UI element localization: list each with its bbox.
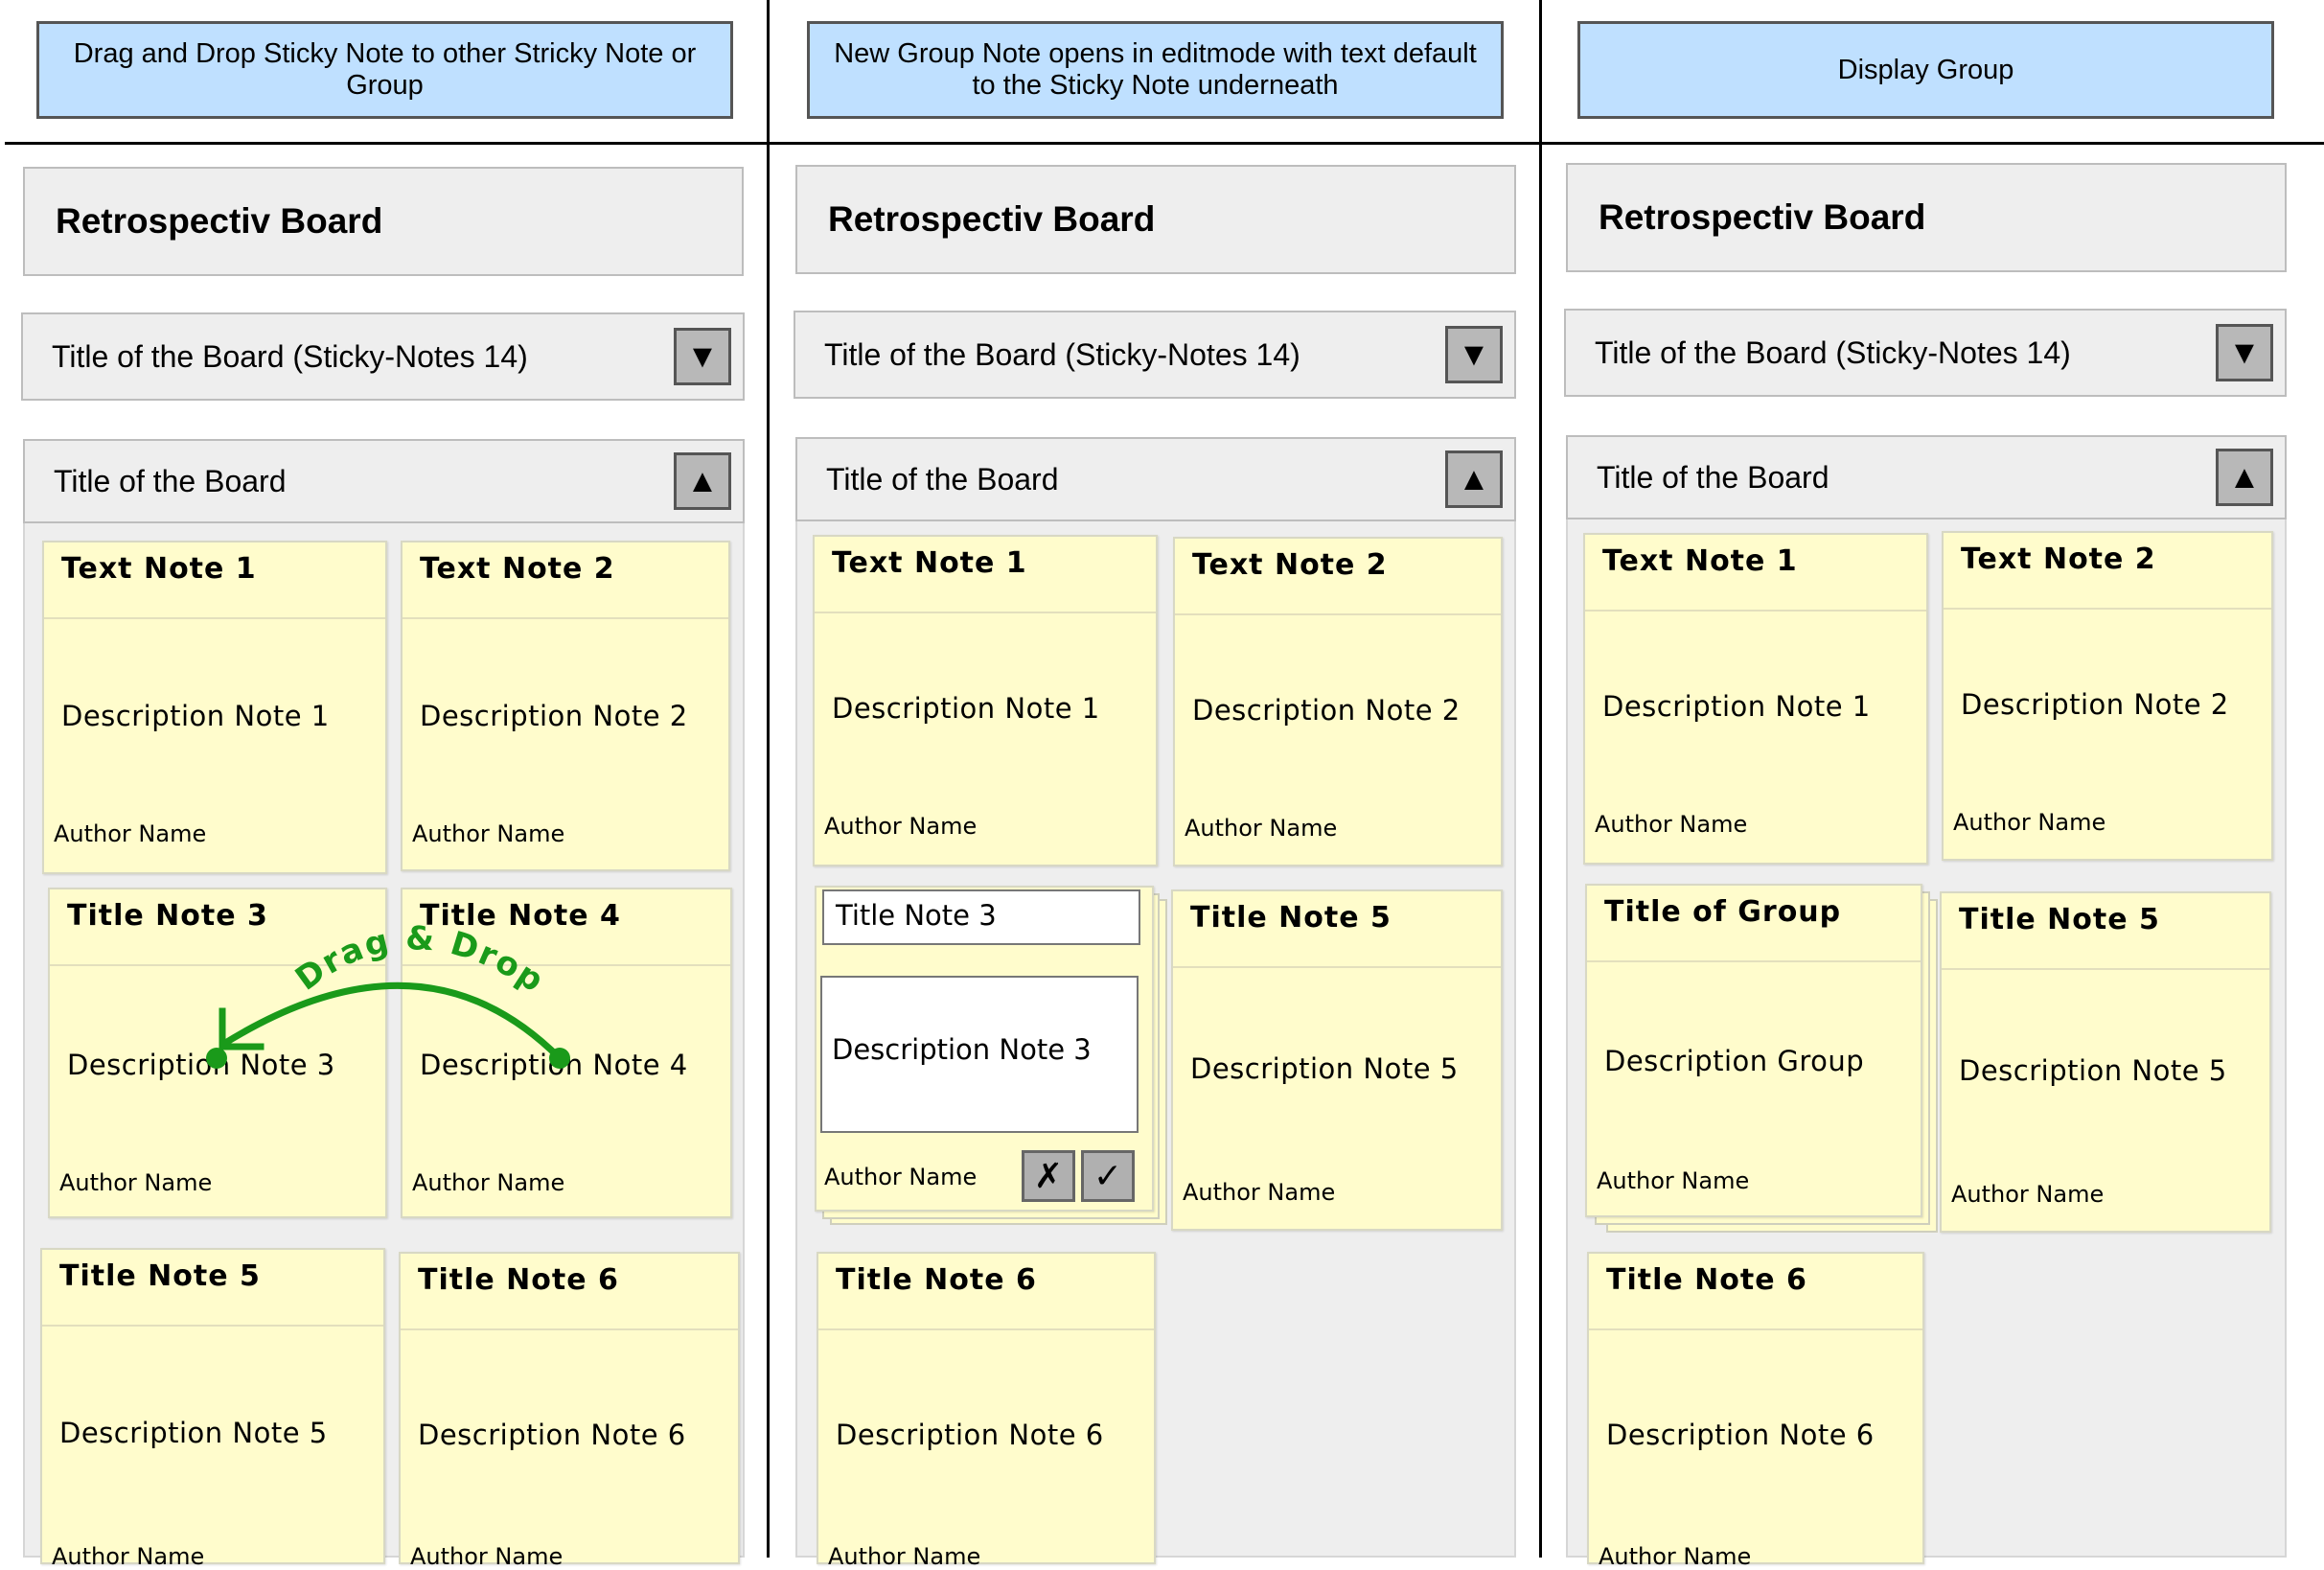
group-description: Description Group: [1604, 1045, 1865, 1077]
board-title: Title of the Board (Sticky-Notes 14): [1595, 335, 2071, 370]
note-author: Author Name: [1183, 1179, 1336, 1206]
note-title: Title Note 5: [1173, 891, 1501, 968]
confirm-button[interactable]: ✓: [1081, 1150, 1135, 1202]
collapse-button[interactable]: ▲: [1445, 450, 1503, 508]
note-description: Description Note 1: [832, 692, 1100, 725]
drag-drop-arrow: Drag & Drop: [206, 919, 570, 1069]
board-header-collapsed[interactable]: Title of the Board (Sticky-Notes 14) ▼: [794, 311, 1516, 399]
sticky-note[interactable]: Title Note 6 Description Note 6 Author N…: [817, 1252, 1156, 1570]
triangle-up-icon: ▲: [1458, 460, 1490, 497]
note-title: Text Note 2: [1175, 539, 1501, 615]
note-author: Author Name: [1597, 1167, 1750, 1194]
group-note[interactable]: Title of Group Description Group Author …: [1585, 884, 1922, 1217]
note-description: Description Note 2: [1192, 694, 1461, 727]
triangle-down-icon: ▼: [1458, 335, 1490, 373]
note-author: Author Name: [828, 1543, 981, 1570]
triangle-down-icon: ▼: [2228, 334, 2261, 371]
note-title: Text Note 2: [1944, 533, 2271, 610]
board-title: Title of the Board: [826, 461, 1059, 496]
group-description-input[interactable]: Description Note 3: [820, 976, 1139, 1133]
drag-start-dot: [549, 1048, 570, 1069]
column-divider: [1539, 0, 1542, 1558]
sticky-note[interactable]: Title Note 6 Description Note 6 Author N…: [1587, 1252, 1924, 1570]
expand-button[interactable]: ▼: [2216, 324, 2273, 381]
note-description: Description Note 5: [1190, 1052, 1459, 1085]
cancel-button[interactable]: ✗: [1022, 1150, 1075, 1202]
board-title: Title of the Board (Sticky-Notes 14): [824, 336, 1300, 372]
column-divider: [767, 0, 770, 1558]
note-author: Author Name: [824, 1164, 978, 1190]
board-header-collapsed[interactable]: Title of the Board (Sticky-Notes 14) ▼: [1564, 309, 2287, 397]
checkmark-icon: ✓: [1093, 1156, 1123, 1196]
group-note-editing[interactable]: Title Note 3 Description Note 3 Author N…: [815, 886, 1154, 1212]
note-description: Description Note 5: [1959, 1054, 2227, 1087]
note-title: Text Note 1: [1585, 535, 1926, 612]
board-header-expanded[interactable]: Title of the Board ▲: [1566, 435, 2287, 519]
note-description: Description Note 6: [1606, 1419, 1875, 1451]
sticky-note[interactable]: Title Note 5 Description Note 5 Author N…: [1171, 889, 1503, 1231]
board-title: Title of the Board: [1597, 459, 1829, 495]
group-title: Title of Group: [1587, 886, 1921, 962]
cross-icon: ✗: [1033, 1156, 1064, 1196]
sticky-note[interactable]: Text Note 1 Description Note 1 Author Na…: [813, 535, 1158, 866]
board-header-expanded[interactable]: Title of the Board ▲: [795, 437, 1516, 521]
note-author: Author Name: [1599, 1543, 1752, 1570]
note-description: Description Note 6: [836, 1419, 1104, 1451]
note-title: Title Note 5: [1942, 893, 2269, 970]
note-description: Description Note 2: [1961, 688, 2229, 721]
sticky-note[interactable]: Title Note 5 Description Note 5 Author N…: [1940, 891, 2271, 1233]
sticky-note[interactable]: Text Note 2 Description Note 2 Author Na…: [1173, 537, 1503, 866]
sticky-note[interactable]: Text Note 1 Description Note 1 Author Na…: [1583, 533, 1928, 865]
note-author: Author Name: [824, 813, 978, 840]
drag-arc: [220, 981, 563, 1061]
note-title: Text Note 1: [815, 537, 1156, 613]
note-title: Title Note 6: [818, 1254, 1154, 1330]
collapse-button[interactable]: ▲: [2216, 449, 2273, 506]
step-caption-3: Display Group: [1577, 21, 2274, 119]
note-description: Description Note 1: [1602, 690, 1871, 723]
app-title: Retrospectiv Board: [1566, 163, 2287, 272]
step-caption-2: New Group Note opens in editmode with te…: [807, 21, 1504, 119]
triangle-up-icon: ▲: [2228, 458, 2261, 496]
note-author: Author Name: [1951, 1181, 2105, 1208]
expand-button[interactable]: ▼: [1445, 326, 1503, 383]
note-author: Author Name: [1953, 809, 2106, 836]
group-title-input[interactable]: Title Note 3: [822, 889, 1140, 945]
note-author: Author Name: [1595, 811, 1748, 838]
drop-target-dot: [206, 1048, 227, 1069]
app-title: Retrospectiv Board: [795, 165, 1516, 274]
note-title: Title Note 6: [1589, 1254, 1922, 1330]
note-author: Author Name: [1185, 815, 1338, 842]
sticky-note[interactable]: Text Note 2 Description Note 2 Author Na…: [1942, 531, 2273, 861]
